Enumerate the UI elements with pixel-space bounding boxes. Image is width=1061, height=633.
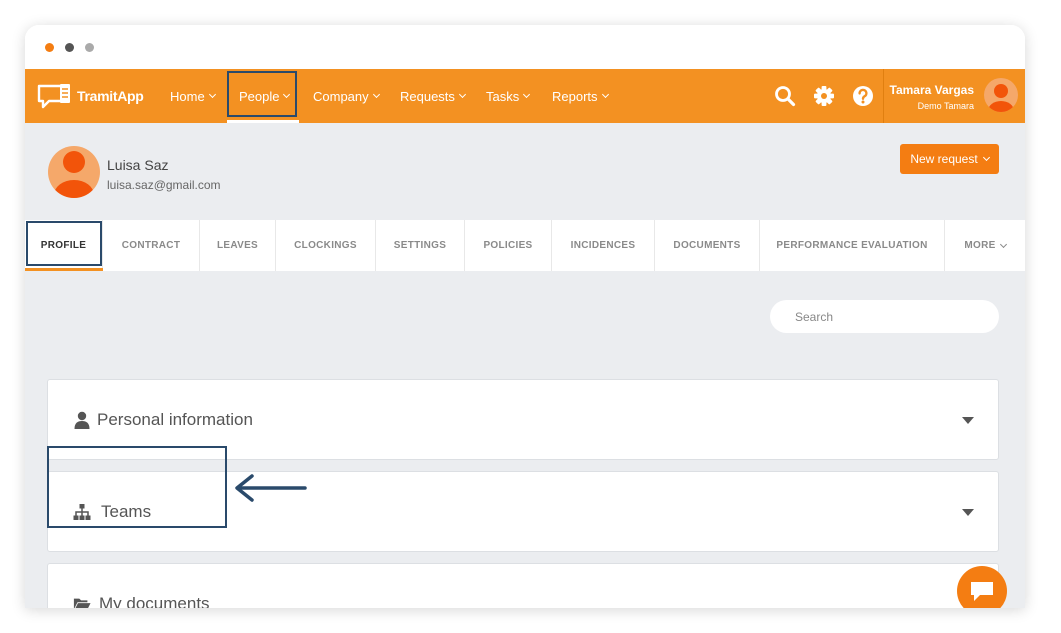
nav-item-home[interactable]: Home [170,69,216,123]
search-icon[interactable] [774,85,796,107]
caret-down-icon[interactable] [962,509,974,516]
nav-item-label: Requests [400,88,455,104]
chevron-down-icon [523,90,531,99]
tab-label: POLICIES [483,240,533,251]
help-icon[interactable] [852,85,874,107]
tab-label: MORE [964,240,996,251]
top-navbar: TramitApp Home People Company Requests T… [25,69,1025,123]
new-request-label: New request [910,152,978,166]
arrow-left-icon [235,474,307,502]
chevron-down-icon [208,90,216,99]
tab-policies[interactable]: POLICIES [465,220,552,271]
tab-label: CLOCKINGS [294,240,357,251]
tab-label: LEAVES [216,240,259,251]
window-dot-dark [65,43,74,52]
folder-open-icon [73,598,91,608]
chevron-down-icon [372,90,380,99]
profile-tabs: PROFILE CONTRACT LEAVES CLOCKINGS SETTIN… [25,220,1025,271]
tab-more[interactable]: MORE [945,220,1025,271]
nav-item-tasks[interactable]: Tasks [486,69,531,123]
tab-label: SETTINGS [393,240,447,251]
tab-incidences[interactable]: INCIDENCES [552,220,655,271]
tab-label: DOCUMENTS [673,240,741,251]
window-dot-orange [45,43,54,52]
section-title: My documents [99,594,210,608]
tab-leaves[interactable]: LEAVES [200,220,276,271]
nav-separator [883,69,884,123]
user-name[interactable]: Tamara Vargas [890,83,975,97]
tab-contract[interactable]: CONTRACT [103,220,200,271]
tab-active-indicator [25,268,103,271]
nav-item-requests[interactable]: Requests [400,69,466,123]
main-content: Luisa Saz luisa.saz@gmail.com New reques… [25,123,1025,608]
tab-documents[interactable]: DOCUMENTS [655,220,760,271]
chevron-down-icon [458,90,466,99]
chevron-down-icon [601,90,609,99]
nav-item-label: Reports [552,88,598,104]
tab-clockings[interactable]: CLOCKINGS [276,220,376,271]
user-company: Demo Tamara [917,101,974,111]
employee-email: luisa.saz@gmail.com [107,178,221,192]
user-icon [74,411,90,429]
employee-avatar [48,146,100,198]
tab-performance-evaluation[interactable]: PERFORMANCE EVALUATION [760,220,945,271]
teams-highlight-box [47,446,227,528]
profile-tab-highlight-box [26,221,102,266]
app-logo[interactable]: TramitApp [37,81,144,111]
people-highlight-box [227,71,297,117]
nav-item-company[interactable]: Company [313,69,380,123]
nav-item-label: Company [313,88,369,104]
user-avatar[interactable] [983,77,1019,113]
search-input[interactable]: Search [770,300,999,333]
caret-down-icon[interactable] [962,417,974,424]
section-title: Personal information [97,410,253,429]
logo-text: TramitApp [77,88,144,104]
gear-icon[interactable] [813,85,835,107]
window-dot-gray [85,43,94,52]
tab-label: PERFORMANCE EVALUATION [776,240,928,251]
nav-item-label: Home [170,88,205,104]
nav-item-label: Tasks [486,88,520,104]
browser-window: TramitApp Home People Company Requests T… [25,25,1025,608]
new-request-button[interactable]: New request [900,144,999,174]
section-my-documents[interactable]: My documents [47,563,999,608]
chat-button[interactable] [957,566,1007,608]
tab-label: CONTRACT [121,240,181,251]
window-titlebar [25,25,1025,69]
search-placeholder: Search [795,309,834,324]
employee-name: Luisa Saz [107,157,169,173]
chat-bubble-icon [971,582,993,601]
tab-label: INCIDENCES [570,240,636,251]
chevron-down-icon [999,240,1007,248]
nav-item-reports[interactable]: Reports [552,69,609,123]
chevron-down-icon [982,153,990,162]
tab-settings[interactable]: SETTINGS [376,220,465,271]
logo-chat-icon [37,84,70,109]
